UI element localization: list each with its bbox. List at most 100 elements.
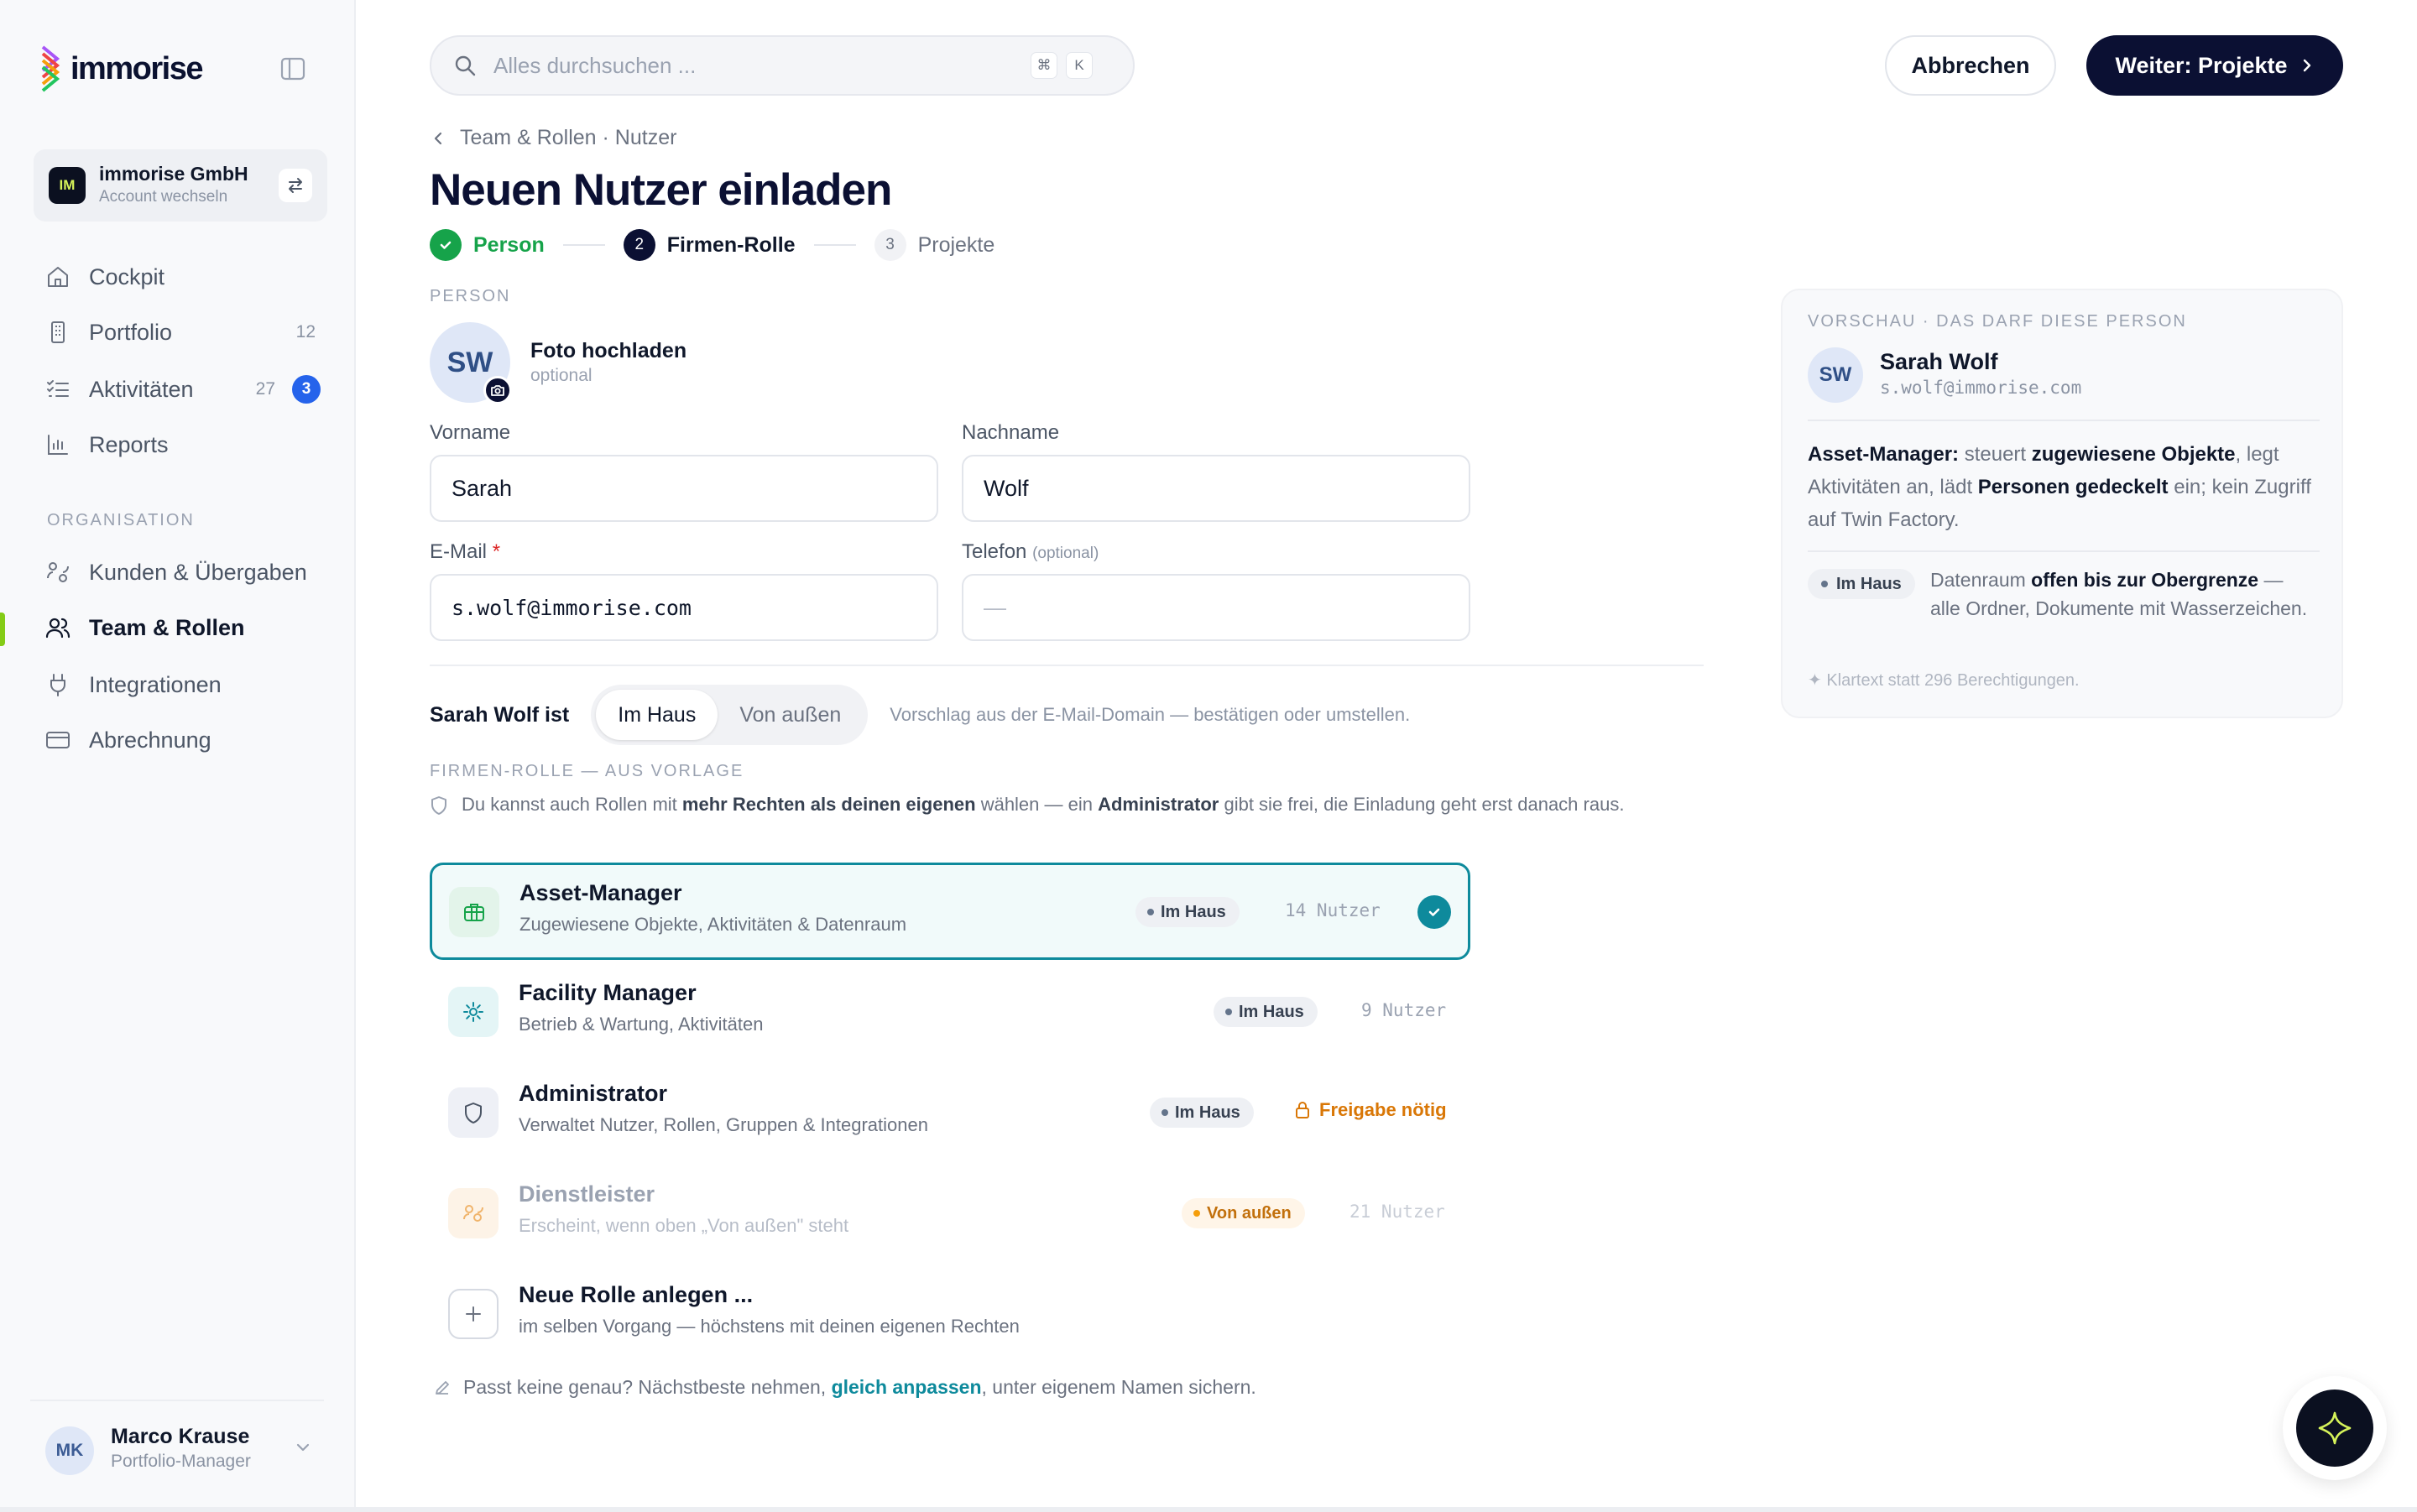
- option-im-haus[interactable]: Im Haus: [596, 690, 718, 740]
- note-emphasis-2: Administrator: [1098, 794, 1219, 815]
- roles-info-note: Du kannst auch Rollen mit mehr Rechten a…: [430, 790, 1705, 819]
- search-input[interactable]: [493, 52, 1031, 79]
- role-title: Facility Manager: [519, 980, 697, 1005]
- role-description: Zugewiesene Objekte, Aktivitäten & Daten…: [519, 914, 907, 935]
- sidebar-item-team-rollen[interactable]: Team & Rollen: [44, 609, 321, 646]
- sidebar: immorise IM immorise GmbH Account wechse…: [0, 0, 356, 1512]
- desc-emphasis-1: zugewiesene Objekte: [2031, 443, 2236, 466]
- step-firmen-rolle[interactable]: 2 Firmen-Rolle: [623, 229, 796, 261]
- room-text-1: Datenraum: [1930, 569, 2032, 591]
- sidebar-item-integrationen[interactable]: Integrationen: [44, 666, 321, 703]
- section-label: ORGANISATION: [47, 511, 195, 529]
- role-description: Erscheint, wenn oben „Von außen" steht: [519, 1215, 849, 1236]
- desc-text-1: steuert: [1959, 443, 2032, 466]
- lastname-field[interactable]: [962, 455, 1470, 522]
- breadcrumb[interactable]: Team & Rollen · Nutzer: [431, 126, 676, 150]
- role-user-count: 21 Nutzer: [1349, 1202, 1445, 1222]
- handshake-icon: [448, 1188, 499, 1238]
- notification-badge: 3: [292, 375, 321, 404]
- sidebar-item-label: Kunden & Übergaben: [89, 559, 307, 585]
- active-indicator: [0, 613, 5, 646]
- optional-marker: (optional): [1032, 545, 1099, 562]
- plug-icon: [44, 670, 72, 699]
- global-search[interactable]: ⌘ K: [430, 35, 1135, 96]
- sidebar-item-portfolio[interactable]: Portfolio 12: [44, 314, 321, 351]
- step-label: Firmen-Rolle: [666, 232, 796, 257]
- portfolio-count: 12: [295, 322, 316, 342]
- shield-icon: [448, 1087, 499, 1138]
- credit-card-icon: [44, 726, 72, 754]
- role-asset-manager[interactable]: Asset-Manager Zugewiesene Objekte, Aktiv…: [430, 863, 1470, 960]
- account-logo: IM: [49, 167, 86, 204]
- sidebar-item-label: Team & Rollen: [89, 614, 245, 640]
- account-switcher[interactable]: IM immorise GmbH Account wechseln: [34, 149, 327, 222]
- create-role-button[interactable]: Neue Rolle anlegen ... im selben Vorgang…: [430, 1265, 1470, 1363]
- account-name: immorise GmbH: [99, 163, 248, 185]
- preview-name: Sarah Wolf: [1880, 349, 1998, 374]
- preview-caption: VORSCHAU · DAS DARF DIESE PERSON: [1808, 312, 2187, 331]
- breadcrumb-label[interactable]: Team & Rollen · Nutzer: [460, 126, 676, 150]
- sidebar-toggle-icon: [280, 57, 305, 81]
- option-von-aussen[interactable]: Von außen: [718, 690, 863, 740]
- stepper: Person 2 Firmen-Rolle 3 Projekte: [430, 228, 994, 262]
- step-projekte[interactable]: 3 Projekte: [874, 229, 994, 261]
- permission-preview-panel: VORSCHAU · DAS DARF DIESE PERSON SW Sara…: [1781, 289, 2343, 718]
- brand-logo[interactable]: immorise: [40, 45, 203, 92]
- approval-required: Freigabe nötig: [1294, 1099, 1447, 1121]
- phone-field[interactable]: [962, 574, 1470, 641]
- handshake-icon: [44, 558, 72, 587]
- ai-assistant-button[interactable]: [2296, 1389, 2373, 1467]
- divider: [1808, 420, 2320, 421]
- preview-dataroom: Datenraum offen bis zur Obergrenze — all…: [1930, 566, 2308, 623]
- firstname-field[interactable]: [430, 455, 938, 522]
- note-emphasis-1: mehr Rechten als deinen eigenen: [681, 794, 976, 815]
- upload-photo-link[interactable]: Foto hochladen: [530, 339, 686, 363]
- role-title: Asset-Manager: [519, 880, 682, 905]
- user-menu[interactable]: MK Marco Krause Portfolio-Manager: [30, 1400, 324, 1500]
- note-text-3: gibt sie frei, die Einladung geht erst d…: [1219, 794, 1625, 815]
- person-caption: PERSON: [430, 287, 511, 305]
- swap-icon: [289, 178, 302, 193]
- switch-account-button[interactable]: [279, 169, 312, 202]
- collapse-sidebar-button[interactable]: [280, 57, 309, 82]
- sidebar-item-reports[interactable]: Reports: [44, 426, 321, 463]
- affiliation-toggle[interactable]: Im Haus Von außen: [591, 685, 869, 745]
- email-field[interactable]: [430, 574, 938, 641]
- upload-photo-hint: optional: [530, 366, 593, 385]
- phone-label-text: Telefon: [962, 540, 1027, 563]
- footer-text-1: Passt keine genau? Nächstbeste nehmen,: [463, 1376, 827, 1398]
- check-icon: [430, 229, 462, 261]
- sidebar-item-aktivitaeten[interactable]: Aktivitäten 27 3: [44, 371, 321, 408]
- role-dienstleister: Dienstleister Erscheint, wenn oben „Von …: [430, 1165, 1470, 1262]
- chevron-down-icon: [296, 1443, 310, 1452]
- phone-label: Telefon (optional): [962, 540, 1099, 564]
- search-icon: [455, 55, 476, 76]
- affiliation-hint: Vorschlag aus der E-Mail-Domain — bestät…: [890, 704, 1411, 725]
- chevron-right-icon: [2303, 59, 2310, 72]
- gear-icon: [448, 987, 499, 1037]
- step-number: 3: [874, 229, 906, 261]
- sidebar-item-label: Aktivitäten: [89, 376, 194, 402]
- role-facility-manager[interactable]: Facility Manager Betrieb & Wartung, Akti…: [430, 963, 1470, 1061]
- sidebar-item-abrechnung[interactable]: Abrechnung: [44, 722, 321, 759]
- chevron-left-icon: [434, 132, 442, 144]
- role-description: Verwaltet Nutzer, Rollen, Gruppen & Inte…: [519, 1114, 928, 1135]
- customize-link[interactable]: gleich anpassen: [832, 1376, 982, 1398]
- status-badge: Im Haus: [1214, 997, 1318, 1027]
- chart-icon: [44, 430, 72, 459]
- sidebar-item-kunden[interactable]: Kunden & Übergaben: [44, 554, 321, 591]
- camera-icon[interactable]: [483, 376, 512, 404]
- email-label: E-Mail *: [430, 540, 500, 564]
- sidebar-item-cockpit[interactable]: Cockpit: [44, 258, 321, 295]
- role-title: Dienstleister: [519, 1181, 655, 1207]
- note-text-1: Du kannst auch Rollen mit: [462, 794, 682, 815]
- divider: [1808, 550, 2320, 552]
- step-connector: [813, 244, 856, 246]
- next-step-button[interactable]: Weiter: Projekte: [2086, 35, 2343, 96]
- email-label-text: E-Mail: [430, 540, 488, 563]
- role-administrator[interactable]: Administrator Verwaltet Nutzer, Rollen, …: [430, 1064, 1470, 1161]
- sidebar-item-label: Abrechnung: [89, 727, 211, 753]
- step-person[interactable]: Person: [430, 229, 545, 261]
- users-icon: [44, 613, 72, 642]
- cancel-button[interactable]: Abbrechen: [1885, 35, 2056, 96]
